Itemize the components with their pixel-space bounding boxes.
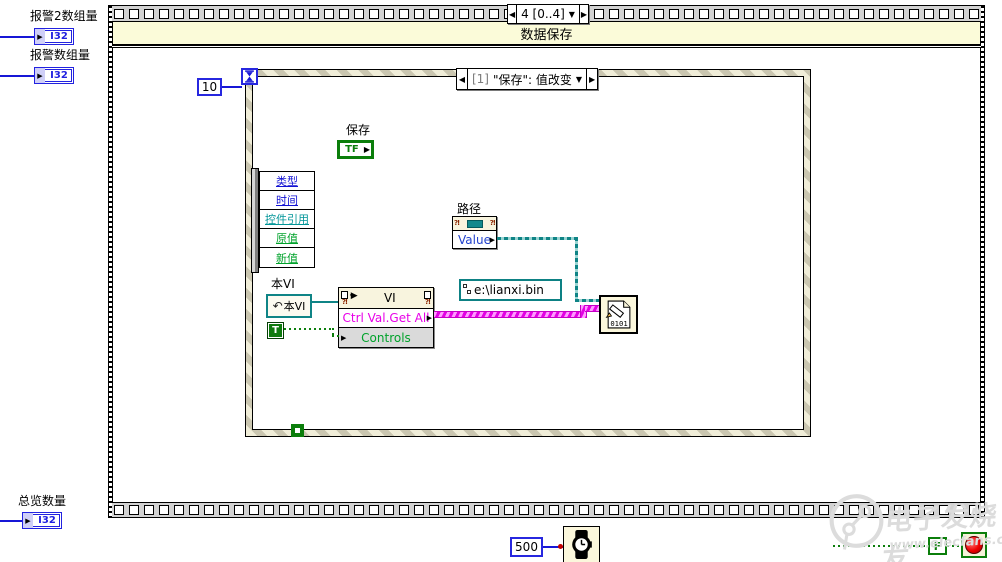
refnum-glyph: ?! [424,297,431,306]
event-data-item-time[interactable]: 时间 [260,191,314,210]
property-node-header: ?! ?! [453,217,496,231]
wire-true-to-controls[interactable] [284,328,333,330]
hourglass-icon [245,70,254,83]
event-data-node-handle[interactable] [251,168,259,273]
wristwatch-icon [572,530,592,559]
invoke-node-method[interactable]: Ctrl Val.Get All ▶ [339,309,433,328]
path-datatype-bar [466,219,483,228]
terminal-datatype: I32 [38,515,56,526]
property-value[interactable]: Value ▶ [453,231,496,248]
loop-stop-terminal[interactable] [961,532,987,558]
wire-path-value[interactable] [575,237,578,302]
path-property-node-label: 路径 [457,202,482,216]
vi-ref-curl-icon: ↶ [272,299,283,313]
event-data-item-oldval[interactable]: 原值 [260,229,314,248]
wire-true-to-controls[interactable] [332,335,340,337]
indicator-arrow-icon: ▶ [35,68,45,83]
wire-stop-condition[interactable] [947,545,962,547]
save-boolean-terminal[interactable]: TF ▶ [337,140,374,159]
refnum-glyph: ?! [454,219,460,227]
path-constant-value: e:\lianxi.bin [474,283,544,297]
dropdown-arrow-icon[interactable]: ▼ [569,10,575,19]
sequence-border-bottom [109,502,984,517]
wait-ms-constant[interactable]: 500 [510,537,543,557]
next-frame-arrow-icon[interactable]: ▶ [578,5,588,23]
labview-block-diagram: 报警2数组量 ▶ I32 报警数组量 ▶ I32 总览数量 ▶ I32 数据保存… [0,0,1002,562]
vi-ref-value: 本VI [283,300,306,313]
this-vi-reference-constant[interactable]: ↶ 本VI [266,294,312,318]
refnum-glyph: ?! [489,219,496,227]
boolean-false-constant[interactable]: F [928,537,947,555]
event-case-selector[interactable]: ◀ [1] "保存": 值改变 ▼ ▶ [456,68,598,90]
event-data-item-ctlref[interactable]: 控件引用 [260,210,314,229]
terminal-label-alarm2-array-count: 报警2数组量 [30,9,98,23]
wire-i32-alarm2[interactable] [0,36,34,38]
event-data-item-type[interactable]: 类型 [260,172,314,191]
indicator-arrow-icon: ▶ [23,513,33,528]
input-arrow-icon: ▶ [341,333,347,342]
vi-ref-label: 本VI [271,277,295,291]
write-binary-file-function[interactable]: 0101 [599,295,638,334]
boolean-true-constant[interactable]: T [267,322,284,339]
event-structure-content [252,76,804,430]
timeout-constant[interactable]: 10 [197,78,222,96]
invoke-node-class: VI [383,291,396,305]
refnum-glyph: ?! [341,297,348,306]
sequence-border-right [981,6,984,517]
event-case-index: [1] [471,72,489,86]
wait-ms-function[interactable] [563,526,600,562]
invoke-node-parameter-controls[interactable]: ▶ Controls [339,328,433,347]
save-terminal-label: 保存 [346,123,371,137]
terminal-label-alarm-array-count: 报警数组量 [30,48,91,62]
wire-path-value[interactable] [497,237,578,240]
invoke-arrow-icon: ··▶ [349,290,358,301]
dropdown-arrow-icon[interactable]: ▼ [576,75,582,84]
wire-i32-overview[interactable] [0,520,22,522]
event-case-label: "保存": 值改变 [492,72,572,87]
wire-timeout[interactable] [222,86,242,88]
output-arrow-icon: ▶ [426,314,432,322]
invoke-node-ctrl-val-get-all[interactable]: ?! ··▶ VI ?! Ctrl Val.Get All ▶ ▶ Contro… [338,287,434,348]
invoke-node-header: ?! ··▶ VI ?! [339,288,433,309]
event-data-node[interactable]: 类型 时间 控件引用 原值 新值 [259,171,315,268]
path-property-node[interactable]: ?! ?! Value ▶ [452,216,497,249]
wire-vi-reference[interactable] [312,301,338,303]
stop-sign-icon [965,536,983,554]
sequence-selector-label: 4 [0..4] [521,7,565,21]
terminal-datatype: I32 [50,31,68,42]
tf-datatype: TF [345,144,359,155]
write-file-icon: 0101 [605,300,631,329]
wire-i32-alarm[interactable] [0,75,34,77]
terminal-datatype: I32 [50,70,68,81]
i32-terminal-alarm2[interactable]: ▶ I32 [34,28,74,45]
wire-stop-condition[interactable] [833,545,928,547]
i32-terminal-alarm[interactable]: ▶ I32 [34,67,74,84]
wire-path-value[interactable] [575,299,601,302]
next-case-arrow-icon[interactable]: ▶ [586,69,597,89]
previous-case-arrow-icon[interactable]: ◀ [457,69,468,89]
sequence-frame-title: 数据保存 [112,22,981,46]
wire-controls-data[interactable] [434,311,584,318]
path-type-icon [463,284,472,296]
terminal-label-overview-count: 总览数量 [18,494,67,508]
event-data-item-newval[interactable]: 新值 [260,248,314,267]
output-arrow-icon: ▶ [363,145,370,154]
previous-frame-arrow-icon[interactable]: ◀ [508,5,518,23]
i32-terminal-overview[interactable]: ▶ I32 [22,512,62,529]
event-structure[interactable] [245,69,811,437]
svg-text:0101: 0101 [610,319,627,328]
output-arrow-icon: ▶ [489,235,495,244]
boolean-tunnel[interactable] [291,424,304,437]
sequence-frame-selector[interactable]: ◀ 4 [0..4] ▼ ▶ [507,4,589,24]
event-timeout-terminal[interactable] [241,68,258,85]
path-constant[interactable]: e:\lianxi.bin [459,279,562,301]
indicator-arrow-icon: ▶ [35,29,45,44]
